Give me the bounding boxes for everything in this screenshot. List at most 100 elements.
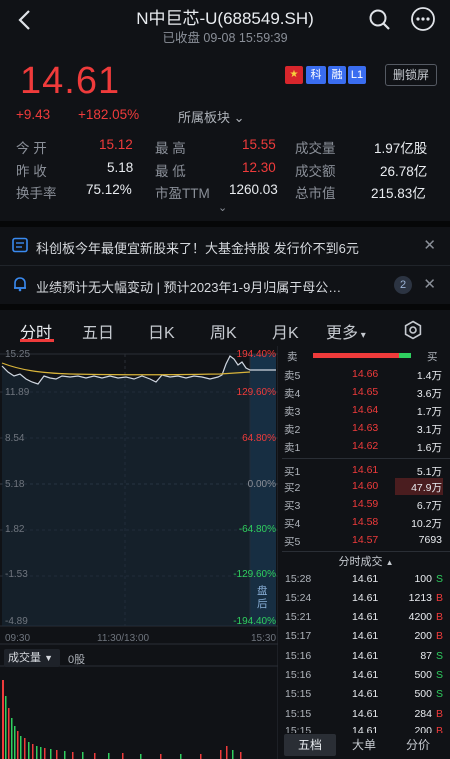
ask-level-label: 卖5 (284, 370, 301, 382)
ask-volume: 1.6万 (416, 442, 442, 454)
bid-level-label: 买5 (284, 536, 301, 548)
bid-price: 14.60 (352, 480, 379, 492)
bid-level-label: 买1 (284, 466, 301, 478)
stat-label-turnover-amount: 成交额 (295, 164, 336, 179)
price-change-percent: +182.05% (78, 107, 140, 122)
sector-link[interactable]: 所属板块 ⌄ (178, 107, 245, 126)
trade-side-buy: B (435, 708, 443, 720)
ask-level-label: 卖4 (284, 388, 301, 400)
bid-level-label: 买3 (284, 500, 301, 512)
earnings-banner-text: 业绩预计无大幅变动 | 预计2023年1-9月归属于母公… (36, 280, 342, 295)
bid-volume: 10.2万 (411, 518, 442, 530)
tab-weekly-k[interactable]: 周K (210, 319, 237, 343)
tab-daily-k[interactable]: 日K (148, 319, 175, 343)
ask-level-label: 卖1 (284, 442, 301, 454)
tab-price-distribution[interactable]: 分价 (392, 734, 444, 756)
ask-price: 14.62 (352, 440, 379, 452)
caret-down-icon: ▾ (358, 330, 366, 341)
stat-label-volume: 成交量 (295, 141, 336, 156)
news-banner[interactable]: 科创板今年最便宜新股来了！大基金持股 发行价不到6元 ✕ (0, 227, 450, 265)
news-list-icon (12, 237, 28, 253)
tab-five-day[interactable]: 五日 (82, 319, 114, 343)
earnings-banner[interactable]: 业绩预计无大幅变动 | 预计2023年1-9月归属于母公… 2 ✕ (0, 266, 450, 304)
trade-side-sell: S (435, 573, 443, 585)
bid-price: 14.61 (352, 464, 379, 476)
trade-time: 15:16 (285, 669, 312, 681)
trade-volume: 500 (414, 688, 432, 700)
bid-level-label: 买2 (284, 482, 301, 494)
trade-volume: 284 (414, 708, 432, 720)
expand-stats-chevron-icon[interactable]: ⌄ (218, 201, 227, 214)
bell-icon (14, 277, 26, 292)
ask-level-label: 卖2 (284, 424, 301, 436)
divider (0, 304, 450, 310)
trade-side-sell: S (435, 650, 443, 662)
y-axis-label: 8.54 (5, 433, 25, 444)
trade-side-buy: B (435, 592, 443, 604)
trade-price: 14.61 (352, 708, 379, 720)
close-icon[interactable]: ✕ (423, 275, 436, 293)
volume-value: 0股 (68, 654, 86, 666)
bid-volume: 5.1万 (416, 466, 442, 478)
close-icon[interactable]: ✕ (423, 236, 436, 254)
stat-label-prev-close: 昨 收 (16, 164, 47, 179)
stat-value-open: 15.12 (99, 137, 133, 152)
buy-ratio-bar (399, 353, 411, 358)
divider (282, 551, 450, 552)
tab-more[interactable]: 更多 ▾ (326, 319, 366, 343)
pct-axis-label: -64.80% (238, 524, 276, 535)
trade-price: 14.61 (352, 650, 379, 662)
y-axis-label: 1.82 (5, 524, 25, 535)
pct-axis-label: -194.40% (233, 616, 276, 627)
china-flag-icon: ★ (285, 66, 303, 84)
trade-side-buy: B (435, 611, 443, 623)
stat-value-turnover-rate: 75.12% (86, 182, 132, 197)
trade-side-buy: B (435, 630, 443, 642)
trade-price: 14.61 (352, 573, 379, 585)
y-axis-label: 11.89 (5, 387, 30, 398)
intraday-chart (0, 346, 278, 759)
stat-label-turnover-rate: 换手率 (16, 186, 57, 201)
ask-volume: 3.6万 (416, 388, 442, 400)
trade-time: 15:16 (285, 650, 312, 662)
tab-monthly-k[interactable]: 月K (272, 319, 299, 343)
y-axis-label: 15.25 (5, 349, 31, 360)
chevron-down-icon: ⌄ (233, 110, 245, 125)
price-change: +9.43 (16, 107, 51, 122)
bid-volume: 47.9万 (411, 482, 442, 494)
trade-price: 14.61 (352, 669, 379, 681)
trades-title[interactable]: 分时成交 ▲ (282, 553, 450, 569)
ask-volume: 1.7万 (416, 406, 442, 418)
tab-big-orders[interactable]: 大单 (338, 734, 390, 756)
tab-five-levels[interactable]: 五档 (284, 734, 336, 756)
average-price-line (1, 362, 251, 376)
last-price: 14.61 (20, 60, 121, 102)
settings-icon[interactable] (403, 320, 423, 340)
pct-axis-label: 64.80% (242, 433, 276, 444)
active-tab-indicator (20, 339, 54, 342)
ask-price: 14.63 (352, 422, 379, 434)
news-banner-text: 科创板今年最便宜新股来了！大基金持股 发行价不到6元 (36, 241, 359, 256)
bid-level-label: 买4 (284, 518, 301, 530)
trade-volume: 200 (414, 630, 432, 642)
ask-level-label: 卖3 (284, 406, 301, 418)
time-axis-label: 09:30 (5, 633, 31, 644)
trade-volume: 4200 (408, 611, 432, 623)
sell-label: 卖 (287, 351, 298, 363)
volume-indicator-selector[interactable]: 成交量 ▼ (4, 649, 60, 667)
time-axis-label: 15:30 (251, 633, 277, 644)
trade-volume: 500 (414, 669, 432, 681)
stat-value-market-cap: 215.83亿 (371, 186, 426, 201)
trade-price: 14.61 (352, 688, 379, 700)
search-icon[interactable] (368, 8, 392, 32)
level1-tag: L1 (348, 66, 366, 84)
more-options-icon[interactable] (410, 6, 436, 32)
ask-price: 14.66 (352, 368, 379, 380)
chart-period-tabs: 分时 五日 日K 周K 月K 更多 ▾ (0, 314, 450, 346)
trade-volume: 87 (420, 650, 432, 662)
trade-time: 15:28 (285, 573, 312, 585)
pct-axis-label: 129.60% (236, 387, 276, 398)
ask-price: 14.64 (352, 404, 379, 416)
trade-time: 15:15 (285, 708, 312, 720)
delete-lock-screen-button[interactable]: 删锁屏 (385, 64, 437, 86)
